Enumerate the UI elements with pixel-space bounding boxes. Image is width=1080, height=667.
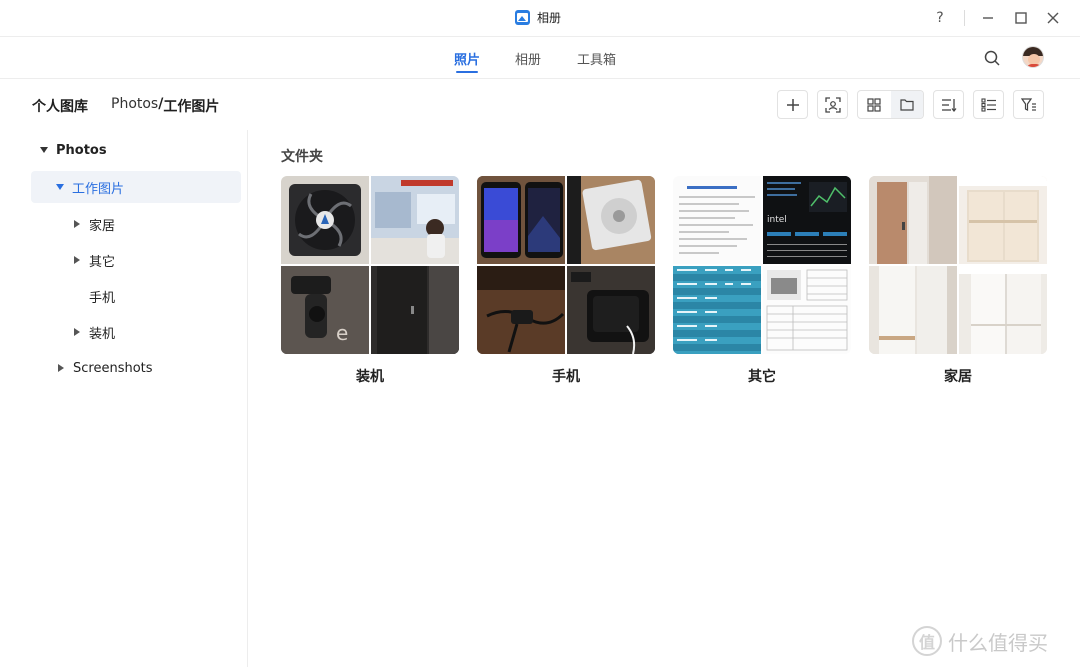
- tree-item-other[interactable]: 其它: [71, 244, 231, 276]
- thumbnail: [281, 176, 369, 264]
- folder-card-home[interactable]: 家居: [869, 176, 1047, 390]
- tree-label: Screenshots: [73, 360, 153, 376]
- folder-card-other[interactable]: intel 其它: [673, 176, 851, 390]
- view-toggle-group: [857, 90, 924, 119]
- thumbnail: [371, 266, 459, 354]
- thumbnail: [673, 176, 761, 264]
- tree-item-work-photos[interactable]: 工作图片: [31, 171, 241, 203]
- watermark-badge: 值: [912, 626, 942, 656]
- caret-right-icon[interactable]: [71, 326, 83, 338]
- top-nav: 照片 相册 工具箱: [0, 36, 1080, 78]
- help-button[interactable]: ?: [930, 8, 950, 28]
- minimize-icon: [983, 17, 993, 19]
- tree-item-phone[interactable]: 手机: [89, 280, 231, 312]
- tree-item-pc-build[interactable]: 装机: [71, 316, 231, 348]
- close-icon: [1047, 12, 1059, 24]
- tab-photos[interactable]: 照片: [454, 49, 480, 68]
- tree-label: 手机: [89, 290, 116, 306]
- thumbnail: [763, 266, 851, 354]
- filter-button[interactable]: [1013, 90, 1044, 119]
- folder-view-button[interactable]: [890, 91, 923, 118]
- caret-right-icon[interactable]: [71, 218, 83, 230]
- thumbnail: e: [281, 266, 369, 354]
- header-row: 个人图库 Photos / 工作图片: [0, 78, 1080, 130]
- tree-label: 工作图片: [72, 181, 125, 197]
- folder-label: 装机: [356, 369, 384, 385]
- sidebar: Photos 工作图片 家居 其它 手机 装机 Screenshots: [0, 130, 248, 667]
- maximize-button[interactable]: [1011, 8, 1031, 28]
- thumbnail: [959, 266, 1047, 354]
- caret-down-icon[interactable]: [54, 181, 66, 193]
- thumbnail: [477, 266, 565, 354]
- active-tab-indicator: [456, 71, 478, 73]
- thumbnail: [567, 176, 655, 264]
- folder-card-pc-build[interactable]: e 装机: [281, 176, 459, 390]
- plus-icon: [786, 98, 799, 111]
- tab-toolbox[interactable]: 工具箱: [577, 49, 616, 68]
- thumbnail: intel: [763, 176, 851, 264]
- breadcrumb-current: 工作图片: [163, 99, 220, 115]
- add-button[interactable]: [777, 90, 808, 119]
- sort-button[interactable]: [933, 90, 964, 119]
- folder-label: 其它: [748, 369, 776, 385]
- thumbnail: [869, 266, 957, 354]
- list-icon: [980, 97, 996, 112]
- svg-text:e: e: [336, 321, 348, 345]
- tree-item-home[interactable]: 家居: [71, 208, 231, 240]
- caret-right-icon[interactable]: [55, 362, 67, 374]
- user-avatar[interactable]: [1022, 46, 1044, 68]
- folder-label: 手机: [552, 369, 580, 385]
- window-title: 相册: [537, 11, 562, 25]
- photos-app-icon: [515, 10, 530, 25]
- search-button[interactable]: [983, 49, 1001, 67]
- tree-item-screenshots[interactable]: Screenshots: [55, 352, 235, 384]
- grid-view-button[interactable]: [858, 91, 891, 118]
- titlebar-divider: [964, 10, 965, 26]
- thumbnail: [673, 266, 761, 354]
- title-bar: 相册 ?: [0, 0, 1080, 36]
- tree-item-photos[interactable]: Photos: [38, 134, 238, 166]
- face-scan-icon: [824, 96, 841, 113]
- watermark-text: 什么值得买: [948, 630, 1048, 655]
- folder-thumbnails: intel: [673, 176, 851, 354]
- folder-thumbnails: [477, 176, 655, 354]
- tree-label: 其它: [89, 254, 116, 270]
- breadcrumb-root[interactable]: Photos: [111, 96, 158, 116]
- close-button[interactable]: [1043, 8, 1063, 28]
- app-title: 相册: [515, 9, 561, 26]
- tab-albums[interactable]: 相册: [515, 49, 541, 68]
- thumbnail: [959, 176, 1047, 264]
- watermark: 值 什么值得买: [912, 626, 1048, 656]
- breadcrumb: Photos / 工作图片: [111, 96, 219, 116]
- thumbnail: [869, 176, 957, 264]
- face-scan-button[interactable]: [817, 90, 848, 119]
- tree-label: Photos: [56, 142, 107, 158]
- svg-text:intel: intel: [767, 215, 787, 225]
- tree-label: 装机: [89, 326, 116, 342]
- section-title: 文件夹: [281, 149, 323, 165]
- folder-thumbnails: [869, 176, 1047, 354]
- grid-view-icon: [867, 97, 881, 112]
- thumbnail: [477, 176, 565, 264]
- sort-icon: [941, 98, 956, 112]
- filter-icon: [1020, 97, 1036, 111]
- caret-right-icon[interactable]: [71, 254, 83, 266]
- folder-thumbnails: e: [281, 176, 459, 354]
- maximize-icon: [1015, 12, 1027, 24]
- thumbnail: [371, 176, 459, 264]
- folder-label: 家居: [944, 369, 972, 385]
- minimize-button[interactable]: [978, 8, 998, 28]
- tree-label: 家居: [89, 218, 116, 234]
- folder-view-icon: [900, 99, 914, 111]
- folder-card-phone[interactable]: 手机: [477, 176, 655, 390]
- list-view-button[interactable]: [973, 90, 1004, 119]
- caret-down-icon[interactable]: [38, 144, 50, 156]
- thumbnail: [567, 266, 655, 354]
- library-title: 个人图库: [32, 99, 88, 115]
- search-icon: [984, 50, 1000, 66]
